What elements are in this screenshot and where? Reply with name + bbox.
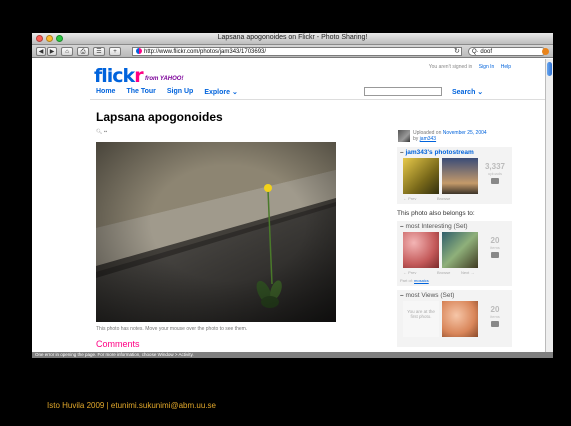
help-link[interactable]: Help [501,64,511,70]
browser-toolbar: ◀ ▶ ⌂ ⎙ ☰ + http://www.flickr.com/photos… [32,45,553,58]
upload-info: Uploaded on November 25, 2004 by jam343 [397,127,545,143]
forward-button[interactable]: ▶ [47,47,57,56]
back-button[interactable]: ◀ [36,47,46,56]
nav-the-tour[interactable]: The Tour [126,88,155,96]
set-most-views-title: most Views (Set) [405,292,455,299]
page-content: flickr from YAHOO! You aren't signed in … [32,59,545,352]
set1-prev-link[interactable]: ← Prev [403,270,416,275]
upload-date-link[interactable]: November 25, 2004 [443,130,487,136]
set1-thumb-next[interactable] [442,232,478,268]
user-avatar[interactable] [398,130,410,142]
slide-credit: Isto Huvila 2009 | etunimi.sukunimi@abm.… [47,401,216,410]
set1-part-of: Part of: mosaics [400,278,429,283]
browser-window: Lapsana apogonoides on Flickr - Photo Sh… [32,33,553,358]
title-bar: Lapsana apogonoides on Flickr - Photo Sh… [32,33,553,45]
url-text: http://www.flickr.com/photos/jam343/1703… [144,49,267,55]
photostream-thumb-next[interactable] [442,158,478,194]
address-bar[interactable]: http://www.flickr.com/photos/jam343/1703… [132,47,462,56]
zoom-icon[interactable]: 🔍︎ ▪▪ [96,129,107,135]
set1-browse-link[interactable]: Browse [437,270,450,275]
home-icon[interactable]: ⌂ [61,47,73,56]
set1-thumb-prev[interactable] [403,232,439,268]
photostream-box: – jam343's photostream ← Prev Browse 3,3… [397,147,512,204]
set-most-interesting-header[interactable]: – most Interesting (Set) [397,221,512,232]
site-nav: Home The Tour Sign Up Explore ⌄ [96,88,238,96]
account-links: You aren't signed in Sign In Help [429,64,511,70]
from-yahoo-label: from YAHOO! [145,76,184,82]
upload-text: Uploaded on November 25, 2004 by jam343 [413,130,487,142]
set1-count: 20 items [483,236,507,258]
reload-icon[interactable]: ↻ [454,47,460,55]
sign-in-link[interactable]: Sign In [479,64,495,70]
bookmark-icon[interactable]: ☰ [93,47,105,56]
scrollbar-thumb[interactable] [547,62,552,76]
photostream-title: jam343's photostream [405,149,474,156]
photostream-browse-link[interactable]: Browse [437,196,450,201]
print-icon[interactable]: ⎙ [77,47,89,56]
photo-title: Lapsana apogonoides [96,110,223,124]
set-most-interesting: – most Interesting (Set) ← Prev Browse N… [397,221,512,286]
slideshow-icon[interactable] [491,252,499,258]
belongs-to-label: This photo also belongs to: [397,210,475,217]
photostream-count: 3,337 uploads [483,162,507,184]
window-title: Lapsana apogonoides on Flickr - Photo Sh… [217,34,368,41]
set1-next-link[interactable]: Next → [461,270,474,275]
photostream-header[interactable]: – jam343's photostream [397,147,512,158]
slideshow-icon[interactable] [491,178,499,184]
dandelion-photo-image [96,142,336,322]
set-most-views-header[interactable]: – most Views (Set) [397,290,512,301]
photostream-prev-link[interactable]: ← Prev [403,196,416,201]
snapback-icon[interactable] [542,48,549,55]
nav-sign-up[interactable]: Sign Up [167,88,193,96]
sidebar: Uploaded on November 25, 2004 by jam343 … [397,127,545,347]
site-search-input[interactable] [364,87,442,96]
set2-first-note: You are at the first photo. [403,301,439,337]
nav-explore[interactable]: Explore ⌄ [204,88,238,96]
vertical-scrollbar[interactable] [545,59,553,352]
google-search-value: doof [480,49,493,55]
photostream-thumb-prev[interactable] [403,158,439,194]
header-divider [90,99,545,100]
set2-count: 20 items [483,305,507,327]
set2-thumb-next[interactable] [442,301,478,337]
not-signed-in-text: You aren't signed in [428,64,473,70]
nav-home[interactable]: Home [96,88,115,96]
slideshow-icon[interactable] [491,321,499,327]
flickr-logo[interactable]: flickr [94,65,144,87]
main-photo[interactable] [96,142,336,322]
site-search-button[interactable]: Search ⌄ [452,88,483,96]
set-most-views: – most Views (Set) You are at the first … [397,290,512,347]
google-search-input[interactable]: Q· doof [468,47,546,56]
add-bookmark-button[interactable]: + [109,47,121,56]
comments-heading: Comments [96,339,140,349]
user-link[interactable]: jam343 [420,136,436,142]
flickr-favicon-icon [136,48,142,54]
mosaics-link[interactable]: mosaics [414,278,429,283]
set-most-interesting-title: most Interesting (Set) [405,223,468,230]
photo-notes-hint: This photo has notes. Move your mouse ov… [96,326,248,332]
status-bar: One error in opening the page. For more … [32,352,553,358]
